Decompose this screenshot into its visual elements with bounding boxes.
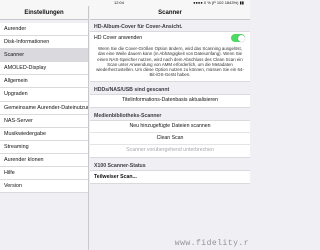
hd-cover-description: Wenn Sie die Cover-Größen Option ändern,… xyxy=(96,46,244,78)
x100-status-section: Teilweiser Scan... xyxy=(90,169,250,184)
sidebar-item-aurender[interactable]: Aurender xyxy=(0,23,88,37)
update-title-database-button[interactable]: Titelinformations-Datenbasis aktualisier… xyxy=(90,95,250,107)
sidebar-item-scanner[interactable]: Scanner xyxy=(0,49,88,63)
sidebar-title: Einstellungen xyxy=(0,6,88,20)
pause-scanner-button[interactable]: Scanner vorübergehend unterbrechen xyxy=(90,145,250,157)
hd-cover-section: HD Cover anwenden Wenn Sie die Cover-Grö… xyxy=(90,31,250,82)
scanner-detail-pane: Scanner HD-Album-Cover für Cover-Ansicht… xyxy=(90,6,250,250)
sidebar-item-file-sharing[interactable]: Gemeinsame Aurender-Dateinutzung xyxy=(0,101,88,115)
hd-cover-label: HD Cover anwenden xyxy=(94,35,143,41)
hd-cover-toggle[interactable] xyxy=(231,34,245,42)
hdd-nas-section-title: HDDs/NAS/USB sind gescannt xyxy=(94,86,170,93)
sidebar-item-nas-server[interactable]: NAS-Server xyxy=(0,114,88,128)
sidebar-item-upgrade[interactable]: Upgraden xyxy=(0,88,88,102)
sidebar-item-disk-info[interactable]: Disk-Informationen xyxy=(0,36,88,50)
sidebar-item-general[interactable]: Allgemein xyxy=(0,75,88,89)
hd-cover-section-title: HD-Album-Cover für Cover-Ansicht. xyxy=(94,24,183,30)
detail-title: Scanner xyxy=(90,6,250,20)
partial-scan-status: Teilweiser Scan... xyxy=(94,173,137,180)
sidebar-item-help[interactable]: Hilfe xyxy=(0,167,88,181)
sidebar-item-clone[interactable]: Aurender klonen xyxy=(0,153,88,168)
hdd-nas-section: Titelinformations-Datenbasis aktualisier… xyxy=(90,93,250,108)
sidebar-item-playback[interactable]: Musikwiedergabe xyxy=(0,127,88,141)
hd-cover-row: HD Cover anwenden xyxy=(90,32,250,44)
sidebar-item-version[interactable]: Version xyxy=(0,180,88,194)
clean-scan-button[interactable]: Clean Scan xyxy=(90,133,250,145)
media-library-section: Neu hinzugefügte Dateien scannen Clean S… xyxy=(90,119,250,158)
sidebar-item-streaming[interactable]: Streaming xyxy=(0,140,88,154)
x100-status-section-title: X100 Scanner-Status xyxy=(94,162,146,169)
settings-sidebar: Einstellungen Aurender Disk-Informatione… xyxy=(0,6,89,250)
sidebar-item-amoled-display[interactable]: AMOLED-Display xyxy=(0,62,88,76)
settings-menu: Aurender Disk-Informationen Scanner AMOL… xyxy=(0,23,88,194)
scan-new-files-button[interactable]: Neu hinzugefügte Dateien scannen xyxy=(90,121,250,133)
app-screen: 12:04 ●●●● 0 % (P 102 1843%) ▮▮ Einstell… xyxy=(0,0,250,250)
media-library-section-title: Medienbibliotheks-Scanner xyxy=(94,112,162,119)
watermark: www.fidelity.r xyxy=(174,239,249,248)
